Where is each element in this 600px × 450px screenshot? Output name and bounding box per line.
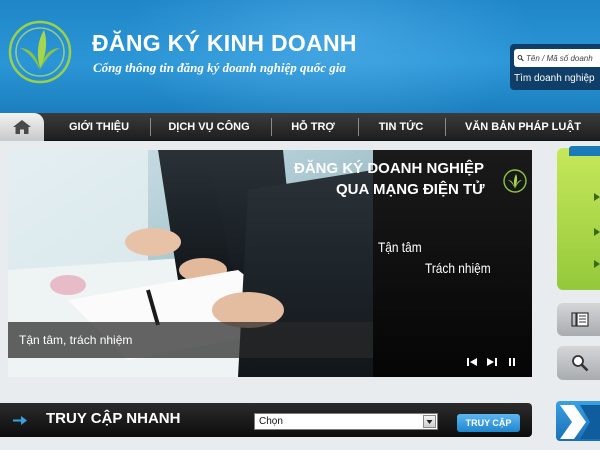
chevron-right-icon — [594, 228, 600, 236]
chevron-right-icon — [594, 193, 600, 201]
chevron-logo-icon — [560, 405, 600, 439]
nav-item-dich-vu-cong[interactable]: DỊCH VỤ CÔNG — [160, 113, 258, 141]
search-box: Tìm doanh nghiệp — [510, 44, 600, 90]
banner-slogan-1: Tận tâm — [378, 239, 422, 255]
banner-caption: Tận tâm, trách nhiệm — [8, 322, 373, 358]
arrow-right-icon — [13, 416, 27, 425]
home-icon[interactable] — [12, 119, 32, 135]
search-input[interactable] — [526, 53, 600, 63]
quick-access-select-value: Chọn — [259, 416, 283, 427]
site-subtitle: Cổng thông tin đăng ký doanh nghiệp quốc… — [93, 60, 346, 75]
chevron-right-icon — [594, 260, 600, 268]
site-logo-icon[interactable] — [4, 12, 76, 84]
site-title: ĐĂNG KÝ KINH DOANH — [92, 30, 357, 56]
banner-logo-icon — [503, 169, 527, 193]
banner-title-line2: QUA MẠNG ĐIỆN TỬ — [336, 181, 485, 198]
quick-access-title: TRUY CẬP NHANH — [46, 410, 181, 427]
search-label[interactable]: Tìm doanh nghiệp — [514, 73, 595, 84]
nav-divider — [358, 118, 359, 136]
nav-divider — [271, 118, 272, 136]
quick-access-go-button[interactable]: TRUY CẬP — [457, 414, 520, 432]
hero-banner[interactable]: ĐĂNG KÝ DOANH NGHIỆP QUA MẠNG ĐIỆN TỬ Tậ… — [8, 150, 532, 377]
nav-divider — [445, 118, 446, 136]
side-green-tab — [569, 146, 600, 156]
side-blue-panel[interactable] — [556, 401, 600, 441]
search-icon[interactable] — [517, 52, 524, 64]
main-nav: GIỚI THIỆU DỊCH VỤ CÔNG HỖ TRỢ TIN TỨC V… — [0, 113, 600, 141]
next-slide-icon[interactable] — [486, 357, 498, 367]
search-field[interactable] — [514, 49, 600, 67]
documents-icon — [571, 312, 589, 327]
previous-slide-icon[interactable] — [466, 357, 478, 367]
banner-title-line1: ĐĂNG KÝ DOANH NGHIỆP — [294, 160, 485, 177]
nav-item-van-ban-phap-luat[interactable]: VĂN BẢN PHÁP LUẬT — [456, 113, 590, 141]
quick-access-bar: TRUY CẬP NHANH Chọn TRUY CẬP — [0, 403, 532, 437]
side-documents-button[interactable] — [557, 303, 600, 336]
banner-slogan-2: Trách nhiệm — [425, 260, 491, 276]
home-tab[interactable] — [0, 113, 44, 141]
nav-item-ho-tro[interactable]: HỖ TRỢ — [280, 113, 346, 141]
nav-item-tin-tuc[interactable]: TIN TỨC — [366, 113, 436, 141]
side-green-panel[interactable] — [557, 146, 600, 290]
magnifier-icon — [572, 355, 589, 372]
nav-divider — [150, 118, 151, 136]
quick-access-select[interactable]: Chọn — [254, 413, 438, 430]
side-search-button[interactable] — [557, 346, 600, 380]
dropdown-arrow-icon[interactable] — [423, 415, 436, 428]
site-header: ĐĂNG KÝ KINH DOANH Cổng thông tin đăng k… — [0, 0, 600, 113]
nav-item-gioi-thieu[interactable]: GIỚI THIỆU — [56, 113, 142, 141]
pause-slide-icon[interactable] — [506, 357, 518, 367]
